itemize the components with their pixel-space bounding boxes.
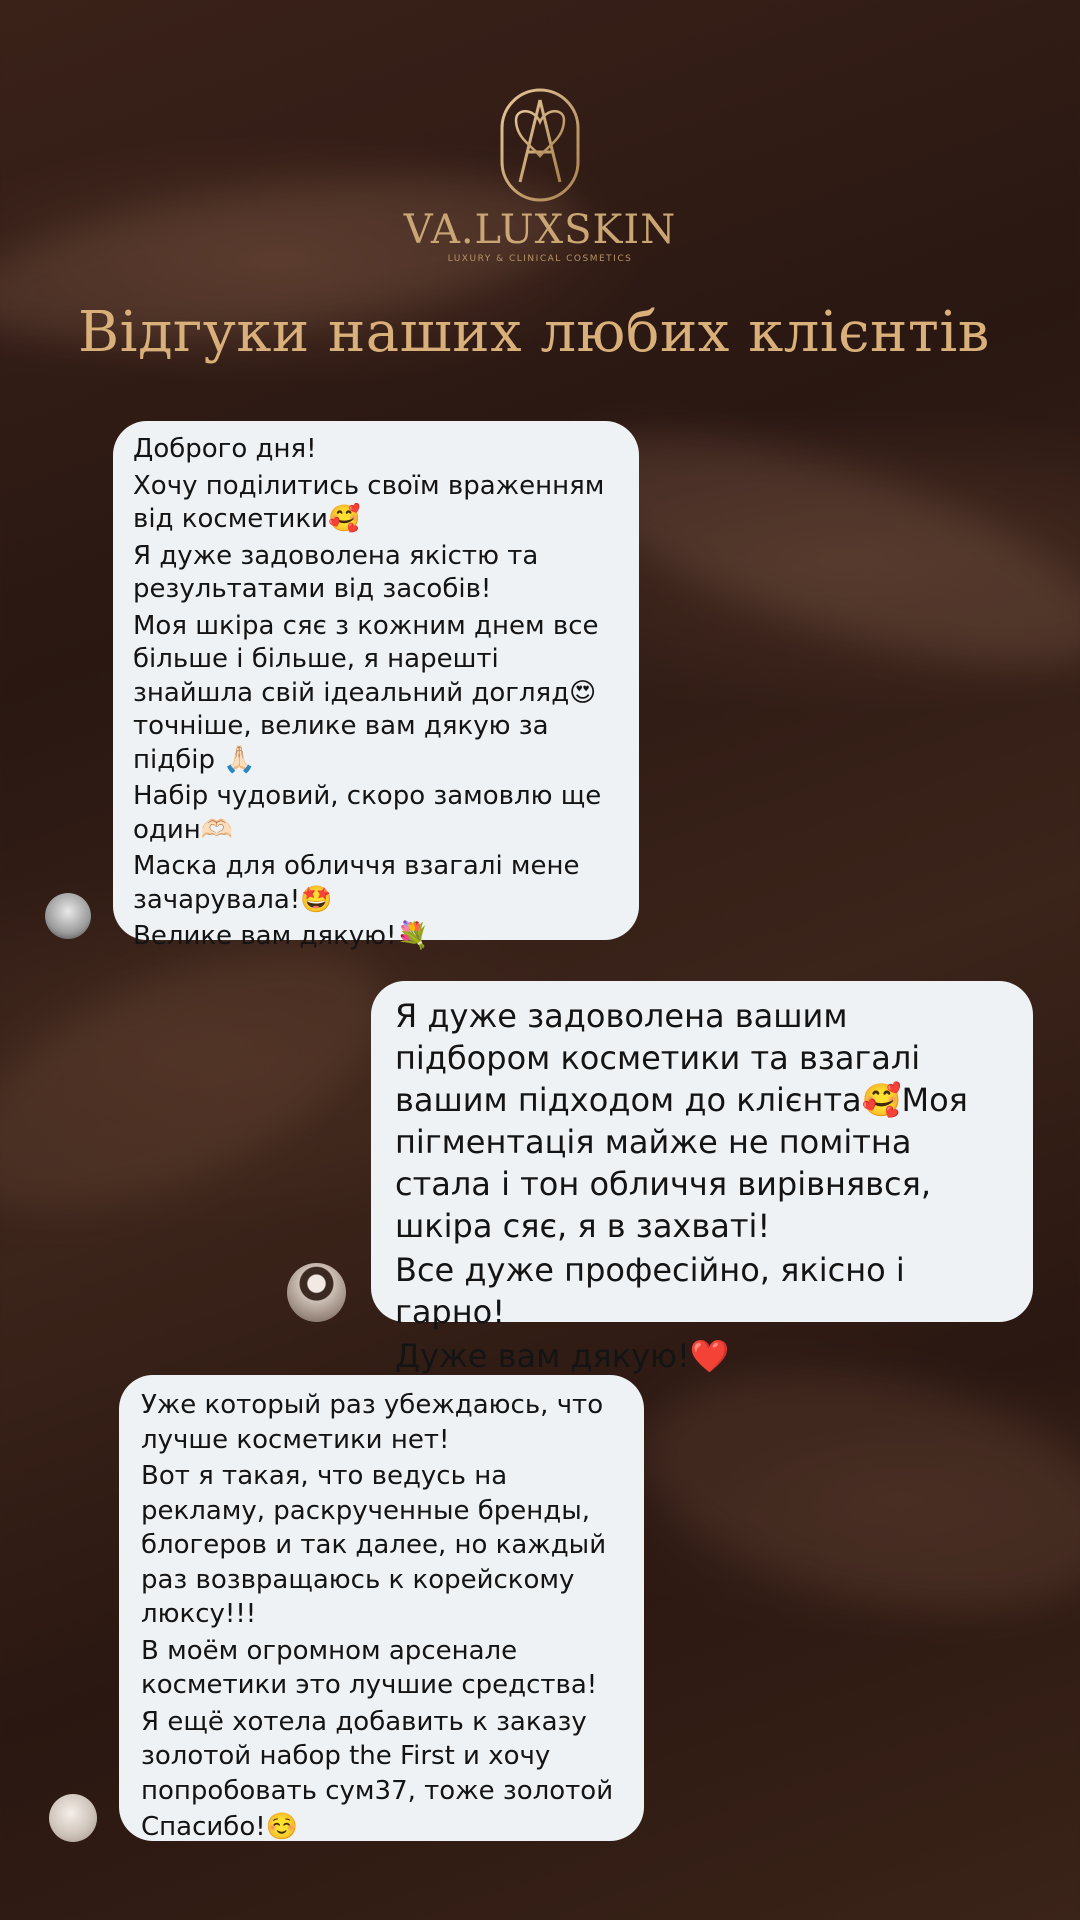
message-line: Велике вам дякую!💐 [133, 921, 429, 951]
message-line: Дуже вам дякую!❤️ [395, 1337, 730, 1375]
review-bubble: Доброго дня! Хочу поділитись своїм враже… [113, 421, 639, 951]
message-line: Моя шкіра сяє з кожним днем все більше і… [133, 610, 599, 775]
brand-tagline: LUXURY & CLINICAL COSMETICS [447, 254, 633, 264]
brand-name: VA.LUXSKIN [403, 207, 677, 253]
message-line: Хочу поділитись своїм враженням від косм… [133, 470, 605, 535]
message-line: Уже который раз убеждаюсь, что лучше кос… [141, 1390, 604, 1455]
message-line: Вот я такая, что ведусь на рекламу, раск… [141, 1461, 607, 1629]
message-line: Набір чудовий, скоро замовлю ще один🫶🏻 [133, 781, 602, 845]
message-line: Я дуже задоволена якістю та результатами… [133, 540, 539, 605]
page-title: Відгуки наших любих клієнтів [78, 300, 990, 365]
message-line: Все дуже професійно, якісно і гарно! [395, 1251, 905, 1331]
monogram-icon [500, 88, 580, 202]
review-bubble: Я дуже задоволена вашим підбором космети… [371, 981, 1033, 1375]
message-line: Спасибо!☺️ [141, 1812, 299, 1842]
message-line: Я дуже задоволена вашим підбором космети… [395, 997, 968, 1245]
message-line: Я ещё хотела добавить к заказу золотой н… [141, 1706, 614, 1806]
brand-logo: VA.LUXSKIN LUXURY & CLINICAL COSMETICS [0, 86, 1080, 264]
avatar [49, 1794, 97, 1842]
review-bubble: Уже который раз убеждаюсь, что лучше кос… [119, 1375, 644, 1842]
message-line: Маска для обличчя взагалі мене зачарувал… [133, 851, 580, 915]
background-sheen [622, 1332, 1080, 1648]
avatar [287, 1263, 346, 1322]
avatar [45, 893, 91, 939]
message-line: В моём огромном арсенале косметики это л… [141, 1635, 598, 1701]
message-line: Доброго дня! [133, 434, 317, 464]
